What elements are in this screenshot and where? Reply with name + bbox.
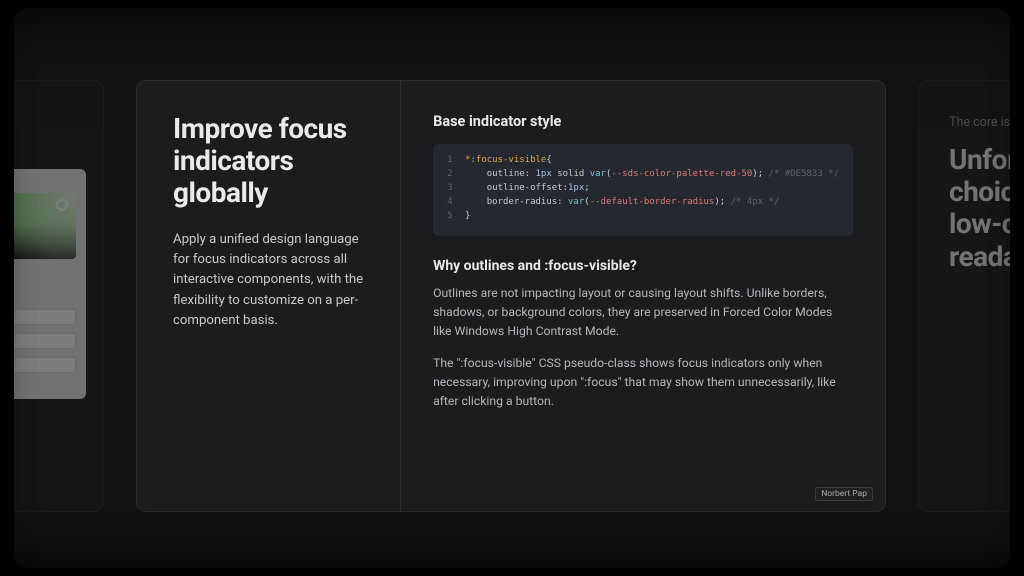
placeholder-input-2[interactable] xyxy=(14,333,76,349)
line-number: 5 xyxy=(447,210,465,224)
line-number: 1 xyxy=(447,154,465,168)
placeholder-input-3[interactable] xyxy=(14,357,76,373)
line-number: 2 xyxy=(447,168,465,182)
slide-left-column: Improve focus indicators globally Apply … xyxy=(137,81,400,511)
slide-strip: Text color #AFFA9F Clear styling Improve… xyxy=(14,80,1010,512)
line-number: 3 xyxy=(447,182,465,196)
color-picker-panel: Text color #AFFA9F Clear styling xyxy=(14,169,86,399)
why-paragraph-2: The ":focus-visible" CSS pseudo-class sh… xyxy=(433,354,853,411)
placeholder-input-1[interactable] xyxy=(14,309,76,325)
line-number: 4 xyxy=(447,196,465,210)
presentation-stage: Text color #AFFA9F Clear styling Improve… xyxy=(14,8,1010,568)
code-heading: Base indicator style xyxy=(433,113,853,130)
label-text-color: Text color xyxy=(14,177,76,187)
clear-styling-label[interactable]: Clear styling xyxy=(14,285,76,295)
attribution-badge: Norbert Pap xyxy=(815,487,873,501)
color-swatch[interactable] xyxy=(14,193,76,259)
slide-title: Improve focus indicators globally xyxy=(173,113,372,210)
slide-next[interactable]: The core issue Unfortunate choices and l… xyxy=(918,80,1010,512)
slide-previous[interactable]: Text color #AFFA9F Clear styling xyxy=(14,80,104,512)
why-paragraph-1: Outlines are not impacting layout or cau… xyxy=(433,284,853,341)
next-slide-title: Unfortunate choices and low-contrast rea… xyxy=(949,144,1010,273)
hex-value: #AFFA9F xyxy=(14,265,76,275)
why-heading: Why outlines and :focus-visible? xyxy=(433,258,853,274)
code-block: 1*:focus-visible{ 2 outline: 1px solid v… xyxy=(433,144,853,236)
next-slide-kicker: The core issue xyxy=(949,115,1010,130)
slide-lede: Apply a unified design language for focu… xyxy=(173,230,372,332)
slide-current: Improve focus indicators globally Apply … xyxy=(136,80,886,512)
slide-right-column: Base indicator style 1*:focus-visible{ 2… xyxy=(400,81,885,511)
